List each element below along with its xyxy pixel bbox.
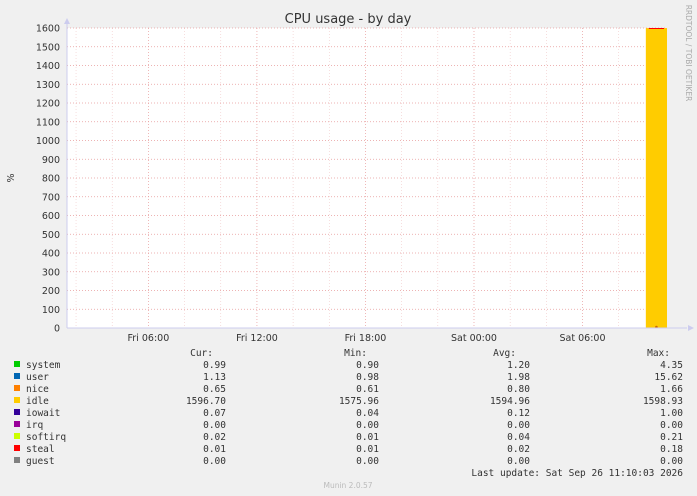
legend-header-avg: Avg: — [493, 348, 516, 359]
legend-avg: 1594.96 — [490, 396, 530, 407]
legend-max: 0.00 — [660, 456, 683, 467]
legend-avg: 0.12 — [507, 408, 530, 419]
legend-swatch-steal — [14, 445, 20, 451]
x-tick-label: Fri 18:00 — [345, 333, 387, 344]
y-axis-label: % — [6, 173, 17, 182]
legend-max: 1.66 — [660, 384, 683, 395]
legend-cur: 0.00 — [203, 420, 226, 431]
y-tick-label: 200 — [42, 286, 60, 297]
y-tick-label: 1600 — [36, 24, 60, 35]
y-tick-label: 1300 — [36, 80, 60, 91]
legend-min: 0.00 — [356, 456, 379, 467]
legend-name: nice — [26, 384, 49, 395]
legend-name: steal — [26, 444, 55, 455]
legend-min: 0.01 — [356, 444, 379, 455]
legend-avg: 0.04 — [507, 432, 530, 443]
legend-name: guest — [26, 456, 55, 467]
legend-swatch-softirq — [14, 433, 20, 439]
legend-header-max: Max: — [647, 348, 670, 359]
x-tick-label: Sat 06:00 — [560, 333, 606, 344]
legend-avg: 0.00 — [507, 420, 530, 431]
rrdtool-side-label: RRDTOOL / TOBI OETIKER — [684, 5, 693, 102]
y-tick-label: 700 — [42, 192, 60, 203]
y-tick-label: 400 — [42, 249, 60, 260]
legend-avg: 1.20 — [507, 360, 530, 371]
legend-max: 1598.93 — [643, 396, 683, 407]
legend-header-cur: Cur: — [190, 348, 213, 359]
legend-max: 1.00 — [660, 408, 683, 419]
y-tick-label: 1100 — [36, 117, 60, 128]
legend-name: idle — [26, 396, 49, 407]
y-tick-label: 900 — [42, 155, 60, 166]
legend-swatch-user — [14, 373, 20, 379]
legend-min: 0.90 — [356, 360, 379, 371]
legend-cur: 0.01 — [203, 444, 226, 455]
legend-swatch-idle — [14, 397, 20, 403]
legend-min: 0.01 — [356, 432, 379, 443]
legend-swatch-iowait — [14, 409, 20, 415]
munin-version: Munin 2.0.57 — [323, 481, 372, 490]
legend-swatch-system — [14, 361, 20, 367]
y-tick-label: 1200 — [36, 99, 60, 110]
x-tick-label: Fri 12:00 — [236, 333, 278, 344]
legend-avg: 0.02 — [507, 444, 530, 455]
legend-min: 1575.96 — [339, 396, 379, 407]
series-area-idle — [645, 28, 667, 328]
y-tick-label: 1400 — [36, 61, 60, 72]
cpu-usage-chart: CPU usage - by day RRDTOOL / TOBI OETIKE… — [0, 0, 697, 496]
y-tick-label: 100 — [42, 305, 60, 316]
series-layer — [645, 28, 667, 329]
legend-name: irq — [26, 420, 43, 431]
legend-avg: 0.80 — [507, 384, 530, 395]
legend-cur: 0.65 — [203, 384, 226, 395]
legend-cur: 0.07 — [203, 408, 226, 419]
y-tick-label: 500 — [42, 230, 60, 241]
legend-cur: 0.00 — [203, 456, 226, 467]
y-tick-label: 300 — [42, 267, 60, 278]
legend-cur: 0.02 — [203, 432, 226, 443]
legend-max: 0.00 — [660, 420, 683, 431]
y-tick-label: 600 — [42, 211, 60, 222]
legend-swatch-guest — [14, 457, 20, 463]
legend-min: 0.04 — [356, 408, 379, 419]
last-update: Last update: Sat Sep 26 11:10:03 2026 — [471, 468, 683, 479]
legend-max: 0.21 — [660, 432, 683, 443]
legend-avg: 0.00 — [507, 456, 530, 467]
x-tick-label: Fri 06:00 — [128, 333, 170, 344]
legend-swatch-nice — [14, 385, 20, 391]
legend-cur: 0.99 — [203, 360, 226, 371]
y-tick-label: 1000 — [36, 136, 60, 147]
legend-cur: 1.13 — [203, 372, 226, 383]
y-tick-label: 0 — [54, 324, 60, 335]
legend-name: user — [26, 372, 49, 383]
y-tick-label: 800 — [42, 174, 60, 185]
legend-max: 0.18 — [660, 444, 683, 455]
legend-max: 4.35 — [660, 360, 683, 371]
legend-avg: 1.98 — [507, 372, 530, 383]
legend-name: iowait — [26, 408, 60, 419]
legend-min: 0.61 — [356, 384, 379, 395]
legend-cur: 1596.70 — [186, 396, 226, 407]
y-tick-label: 1500 — [36, 42, 60, 53]
legend-name: softirq — [26, 432, 66, 443]
legend-name: system — [26, 360, 61, 371]
legend-header-min: Min: — [344, 348, 367, 359]
x-tick-label: Sat 00:00 — [451, 333, 497, 344]
legend-swatch-irq — [14, 421, 20, 427]
legend-min: 0.98 — [356, 372, 379, 383]
legend-max: 15.62 — [654, 372, 683, 383]
chart-title: CPU usage - by day — [285, 12, 412, 27]
legend-min: 0.00 — [356, 420, 379, 431]
